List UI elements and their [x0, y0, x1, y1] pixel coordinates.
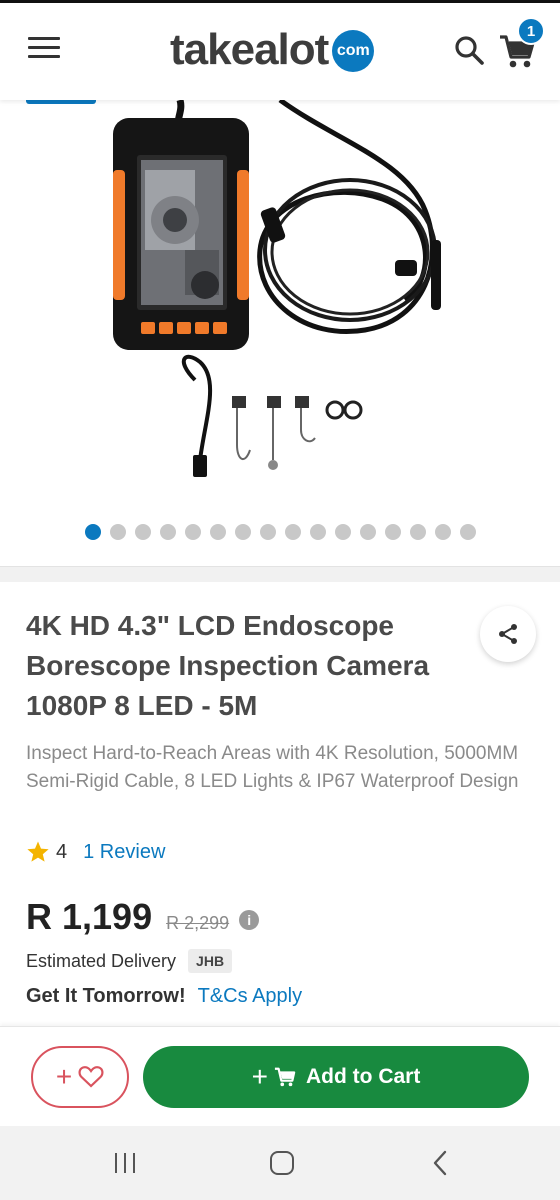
add-to-wishlist-button[interactable]: +: [31, 1046, 129, 1108]
logo-text: takealot: [170, 25, 329, 74]
gallery-dot[interactable]: [284, 524, 301, 540]
rating-summary: 4 1 Review: [26, 838, 165, 866]
rating-value: 4: [56, 840, 68, 863]
gallery-dot[interactable]: [109, 524, 126, 540]
gallery-dots: [0, 524, 560, 540]
gallery-dot[interactable]: [409, 524, 426, 540]
cart-icon: [274, 1067, 296, 1087]
cart-count-badge: 1: [517, 17, 545, 45]
delivery-time-row: Get It Tomorrow! T&Cs Apply: [26, 982, 302, 1010]
add-to-cart-label: Add to Cart: [306, 1065, 421, 1088]
product-title: 4K HD 4.3" LCD Endoscope Borescope Inspe…: [26, 610, 430, 721]
gallery-dot[interactable]: [259, 524, 276, 540]
gallery-dot[interactable]: [359, 524, 376, 540]
app-header: takealot com 1: [0, 3, 560, 100]
product-image: [113, 100, 441, 477]
share-button[interactable]: [480, 606, 536, 662]
delivery-info: Estimated Delivery JHB: [26, 948, 233, 974]
product-subtitle: Inspect Hard-to-Reach Areas with 4K Reso…: [26, 743, 519, 792]
heart-icon: [78, 1066, 104, 1088]
star-icon: [27, 841, 49, 862]
recent-apps-icon[interactable]: [105, 1148, 145, 1178]
search-icon[interactable]: [452, 33, 486, 67]
plus-icon: +: [251, 1061, 269, 1092]
wishlist-plus: +: [55, 1061, 73, 1092]
gallery-dot[interactable]: [209, 524, 226, 540]
product-image-gallery[interactable]: [0, 100, 560, 566]
hamburger-menu-icon[interactable]: [28, 37, 60, 61]
takealot-logo[interactable]: takealot com: [170, 25, 375, 75]
gallery-dot[interactable]: [134, 524, 151, 540]
delivery-region-badge: JHB: [188, 949, 233, 973]
gallery-dot[interactable]: [384, 524, 401, 540]
gallery-dot[interactable]: [184, 524, 201, 540]
home-icon[interactable]: [262, 1148, 302, 1178]
delivery-label: Estimated Delivery: [26, 950, 177, 971]
terms-link[interactable]: T&Cs Apply: [198, 985, 302, 1008]
gallery-dot[interactable]: [159, 524, 176, 540]
delivery-time: Get It Tomorrow!: [26, 984, 186, 1007]
current-price: R 1,199: [26, 896, 153, 937]
bottom-action-bar: + + Add to Cart: [0, 1026, 560, 1126]
gallery-dot[interactable]: [84, 524, 101, 540]
price-row: R 1,199 R 2,299 i: [26, 896, 260, 940]
gallery-dot[interactable]: [234, 524, 251, 540]
gallery-dot[interactable]: [309, 524, 326, 540]
android-nav-bar: [0, 1126, 560, 1200]
back-icon[interactable]: [420, 1148, 460, 1178]
old-price: R 2,299: [166, 913, 230, 933]
gallery-dot[interactable]: [334, 524, 351, 540]
section-divider: [0, 566, 560, 582]
gallery-dot[interactable]: [434, 524, 451, 540]
share-icon: [499, 624, 517, 644]
logo-com-badge: com: [332, 30, 375, 72]
add-to-cart-button[interactable]: + Add to Cart: [143, 1046, 529, 1108]
info-icon[interactable]: i: [239, 910, 260, 930]
gallery-dot[interactable]: [459, 524, 476, 540]
promo-tag: [26, 100, 96, 104]
reviews-link[interactable]: 1 Review: [83, 841, 165, 864]
